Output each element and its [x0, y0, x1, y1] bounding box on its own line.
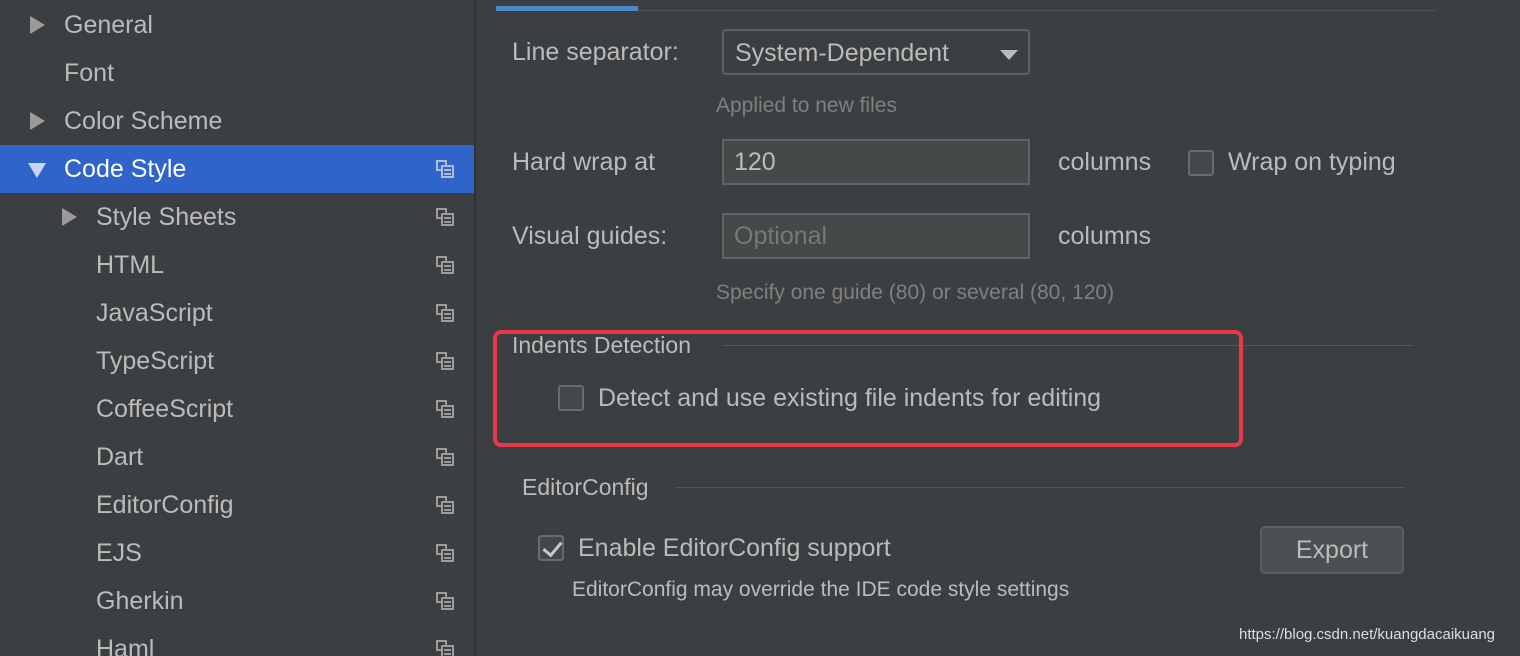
expand-arrow-right-icon[interactable]: [62, 208, 77, 226]
visual-guides-label: Visual guides:: [512, 222, 668, 250]
sidebar-item-dart[interactable]: Dart: [0, 433, 474, 481]
line-separator-label: Line separator:: [512, 38, 679, 66]
sidebar-item-color-scheme[interactable]: Color Scheme: [0, 97, 474, 145]
sidebar-item-typescript[interactable]: TypeScript: [0, 337, 474, 385]
sidebar-item-code-style[interactable]: Code Style: [0, 145, 474, 193]
sidebar-item-label: Dart: [96, 442, 144, 471]
copy-settings-icon: [436, 592, 454, 610]
sidebar-item-label: Color Scheme: [64, 106, 223, 135]
annotation-highlight-box: [493, 330, 1243, 447]
copy-settings-icon: [436, 544, 454, 562]
chevron-down-icon: [1000, 50, 1018, 60]
active-tab-indicator: [496, 6, 638, 11]
export-button[interactable]: Export: [1260, 526, 1404, 574]
visual-guides-input[interactable]: [724, 215, 1028, 257]
sidebar-item-label: JavaScript: [96, 298, 213, 327]
expand-arrow-right-icon[interactable]: [30, 16, 45, 34]
copy-settings-icon: [436, 496, 454, 514]
visual-guides-field[interactable]: [722, 213, 1030, 259]
copy-settings-icon: [436, 160, 454, 178]
copy-settings-icon: [436, 400, 454, 418]
sidebar-item-font[interactable]: Font: [0, 49, 474, 97]
expand-arrow-down-icon[interactable]: [28, 163, 46, 178]
editorconfig-note: EditorConfig may override the IDE code s…: [572, 578, 1070, 601]
sidebar-item-general[interactable]: General: [0, 1, 474, 49]
copy-settings-icon: [436, 640, 454, 656]
code-style-panel: Line separator: System-Dependent Applied…: [476, 0, 1520, 656]
sidebar-item-label: Style Sheets: [96, 202, 237, 231]
checkmark-icon: [542, 536, 563, 558]
sidebar-item-label: Font: [64, 58, 115, 87]
expand-arrow-right-icon[interactable]: [30, 112, 45, 130]
editorconfig-title: EditorConfig: [522, 474, 649, 500]
watermark-url: https://blog.csdn.net/kuangdacaikuang: [1239, 626, 1496, 643]
copy-settings-icon: [436, 256, 454, 274]
sidebar-item-ejs[interactable]: EJS: [0, 529, 474, 577]
sidebar-item-style-sheets[interactable]: Style Sheets: [0, 193, 474, 241]
line-separator-value: System-Dependent: [735, 39, 950, 67]
sidebar-item-javascript[interactable]: JavaScript: [0, 289, 474, 337]
enable-editorconfig-checkbox[interactable]: [538, 535, 564, 561]
copy-settings-icon: [436, 304, 454, 322]
sidebar-item-label: HTML: [96, 250, 165, 279]
sidebar-item-haml[interactable]: Haml: [0, 625, 474, 656]
sidebar-item-label: EditorConfig: [96, 490, 234, 519]
sidebar-item-editorconfig[interactable]: EditorConfig: [0, 481, 474, 529]
visual-guides-columns-label: columns: [1058, 222, 1152, 250]
visual-guides-hint: Specify one guide (80) or several (80, 1…: [716, 281, 1115, 304]
sidebar-item-label: CoffeeScript: [96, 394, 234, 423]
copy-settings-icon: [436, 208, 454, 226]
copy-settings-icon: [436, 352, 454, 370]
editorconfig-separator: [676, 487, 1404, 488]
sidebar-item-label: TypeScript: [96, 346, 215, 375]
line-separator-dropdown[interactable]: System-Dependent: [722, 29, 1030, 75]
settings-tree: General Font Color Scheme Code Style Style S…: [0, 0, 474, 656]
sidebar-item-label: Code Style: [64, 154, 187, 183]
sidebar-item-coffeescript[interactable]: CoffeeScript: [0, 385, 474, 433]
wrap-on-typing-label[interactable]: Wrap on typing: [1228, 148, 1396, 177]
wrap-on-typing-checkbox[interactable]: [1188, 150, 1214, 176]
copy-settings-icon: [436, 448, 454, 466]
sidebar-item-html[interactable]: HTML: [0, 241, 474, 289]
sidebar-item-label: Haml: [96, 634, 155, 656]
hard-wrap-input[interactable]: [724, 141, 1028, 183]
line-separator-hint: Applied to new files: [716, 94, 897, 117]
enable-editorconfig-label[interactable]: Enable EditorConfig support: [578, 534, 891, 563]
sidebar-item-label: General: [64, 10, 153, 39]
hard-wrap-columns-label: columns: [1058, 148, 1152, 176]
sidebar-item-gherkin[interactable]: Gherkin: [0, 577, 474, 625]
hard-wrap-label: Hard wrap at: [512, 148, 656, 176]
sidebar-item-label: EJS: [96, 538, 142, 567]
sidebar-item-label: Gherkin: [96, 586, 184, 615]
hard-wrap-field[interactable]: [722, 139, 1030, 185]
